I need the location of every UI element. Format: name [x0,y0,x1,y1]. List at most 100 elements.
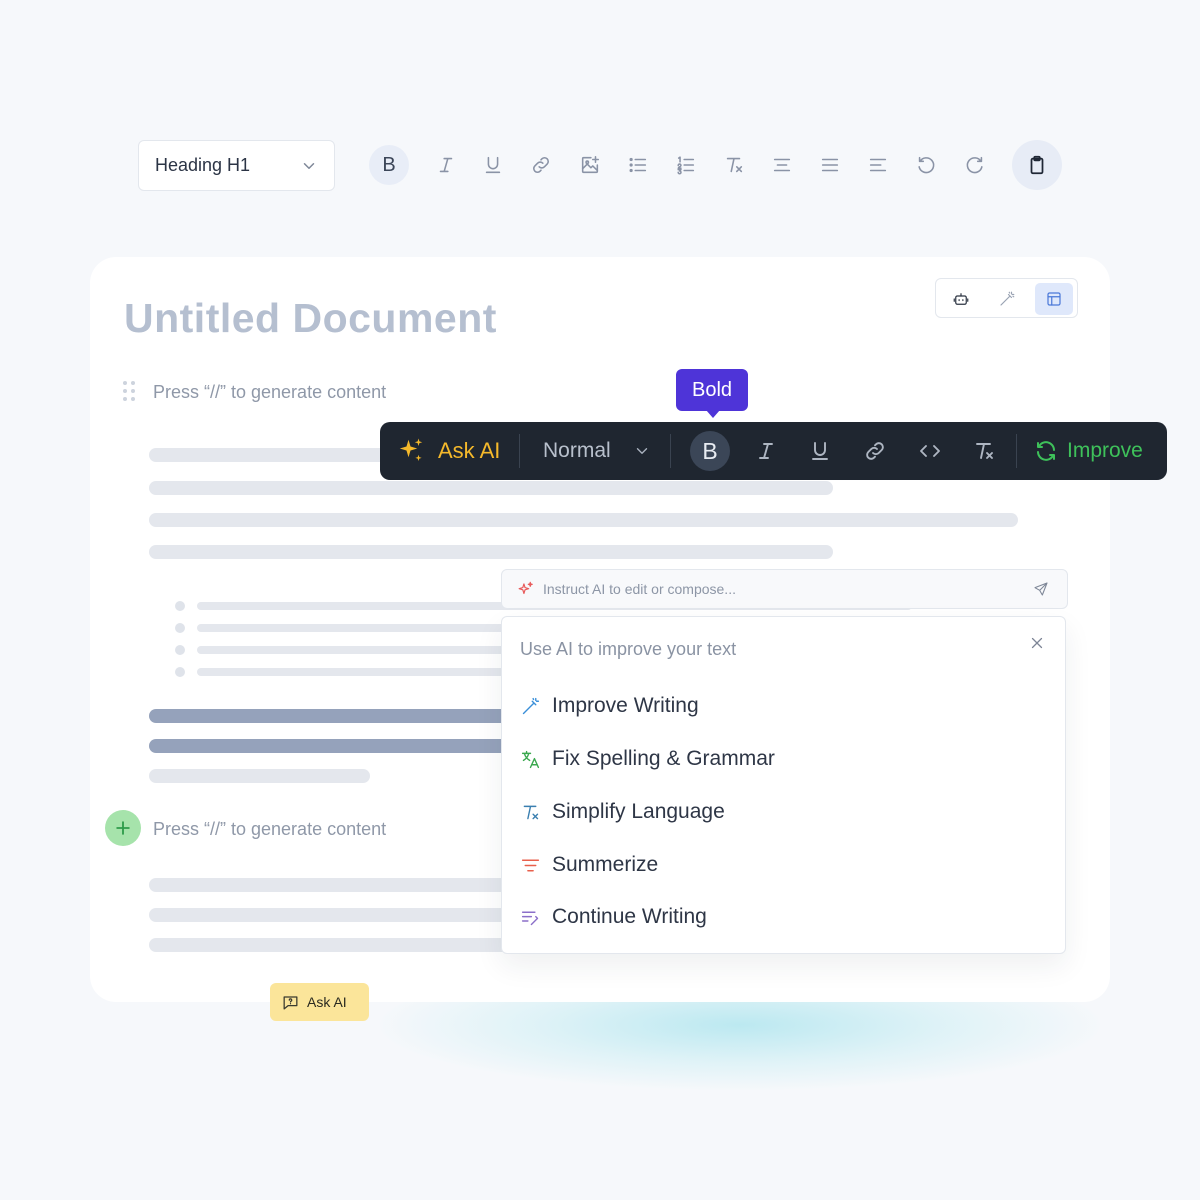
undo-button[interactable] [906,145,946,185]
text-placeholder-line [149,878,519,892]
text-placeholder-line [149,513,1018,527]
bold-button[interactable]: B [369,145,409,185]
ai-action-label: Summerize [552,853,659,876]
text-placeholder-line [149,908,519,922]
ordered-list-button[interactable] [666,145,706,185]
magic-wand-icon [1000,291,1015,306]
chevron-down-icon [636,448,647,454]
generate-prompt-placeholder[interactable]: Press “//” to generate content [153,819,386,840]
clear-format-icon [726,157,743,173]
clear-format-icon [523,805,539,819]
text-placeholder-line [149,481,833,495]
bold-icon: B [702,437,718,464]
clipboard-icon [1030,155,1044,175]
redo-button[interactable] [955,145,995,185]
ai-action-label: Continue Writing [552,905,707,928]
undo-icon [918,156,935,174]
add-block-button[interactable] [105,810,141,846]
ai-action-continue-writing[interactable]: Continue Writing [520,902,707,932]
heading-select-value: Heading H1 [155,155,251,175]
selected-text-line [149,739,519,753]
layout-icon [1047,292,1061,306]
chat-question-icon [283,995,298,1009]
align-left-icon [869,158,887,172]
align-justify-button[interactable] [810,145,850,185]
float-code-button[interactable] [910,431,950,471]
floating-format-toolbar: Ask AI Normal B Improve [380,422,1167,480]
sparkles-icon [518,581,533,594]
link-icon [866,442,884,460]
float-clear-format-button[interactable] [964,431,1004,471]
translate-icon [521,750,540,768]
align-center-button[interactable] [762,145,802,185]
italic-button[interactable] [426,145,466,185]
list-placeholder-line [197,646,517,654]
document-title[interactable]: Untitled Document [124,295,497,342]
image-add-icon [581,155,600,174]
robot-icon [953,293,969,305]
refresh-icon [1037,441,1055,461]
selected-text-line [149,709,519,723]
bullet-list-button[interactable] [618,145,658,185]
ai-action-summarize[interactable]: Summerize [520,850,658,880]
float-bold-button[interactable]: B [690,431,730,471]
view-mode-layout[interactable] [1035,283,1073,315]
underline-button[interactable] [473,145,513,185]
list-placeholder-line [197,624,517,632]
ai-action-improve-writing[interactable]: Improve Writing [520,691,699,721]
continue-writing-icon [521,911,539,925]
list-bullet [175,623,185,633]
bold-tooltip: Bold [676,369,748,418]
improve-button[interactable]: Improve [1034,422,1143,480]
ai-action-label: Fix Spelling & Grammar [552,747,775,770]
ai-action-simplify-language[interactable]: Simplify Language [520,797,725,827]
plus-icon [116,821,130,835]
ordered-list-icon [677,156,695,175]
ask-ai-chip-label: Ask AI [307,994,347,1010]
bullet-list-icon [629,157,647,173]
close-button[interactable] [1028,634,1046,652]
text-placeholder-line [149,938,519,952]
summary-icon [521,859,540,871]
list-bullet [175,601,185,611]
text-placeholder-line [149,769,370,783]
text-style-select[interactable]: Normal [543,422,651,480]
ai-action-fix-spelling[interactable]: Fix Spelling & Grammar [520,744,775,774]
list-bullet [175,645,185,655]
redo-icon [966,156,983,174]
drag-handle-icon[interactable] [123,381,137,403]
ask-ai-button[interactable]: Ask AI [396,422,500,480]
text-style-value: Normal [543,439,611,462]
ai-action-label: Improve Writing [552,694,699,717]
view-mode-magic[interactable] [988,283,1026,315]
heading-select[interactable]: Heading H1 [138,140,335,191]
align-justify-icon [821,158,839,172]
float-underline-button[interactable] [800,431,840,471]
close-icon [1031,637,1043,649]
link-icon [533,157,549,173]
align-left-button[interactable] [858,145,898,185]
main-toolbar: Heading H1 B [138,139,1068,191]
toolbar-divider [519,434,520,468]
ai-instruct-placeholder: Instruct AI to edit or compose... [543,581,736,597]
send-icon[interactable] [1033,581,1049,597]
generate-prompt-placeholder[interactable]: Press “//” to generate content [153,382,386,403]
magic-wand-icon [522,697,540,714]
view-mode-robot[interactable] [942,283,980,315]
clear-format-icon [976,443,993,459]
float-link-button[interactable] [855,431,895,471]
view-mode-switcher [935,278,1078,318]
insert-image-button[interactable] [570,145,610,185]
code-icon [920,445,940,457]
link-button[interactable] [521,145,561,185]
italic-icon [759,443,773,459]
clipboard-button[interactable] [1012,140,1062,190]
underline-icon [485,156,501,174]
ai-actions-menu: Use AI to improve your text Improve Writ… [501,616,1066,954]
ai-instruct-input[interactable]: Instruct AI to edit or compose... [501,569,1068,609]
clear-format-button[interactable] [714,145,754,185]
ask-ai-chip[interactable]: Ask AI [270,983,369,1021]
ask-ai-label: Ask AI [438,438,501,463]
underline-icon [812,442,828,460]
float-italic-button[interactable] [746,431,786,471]
